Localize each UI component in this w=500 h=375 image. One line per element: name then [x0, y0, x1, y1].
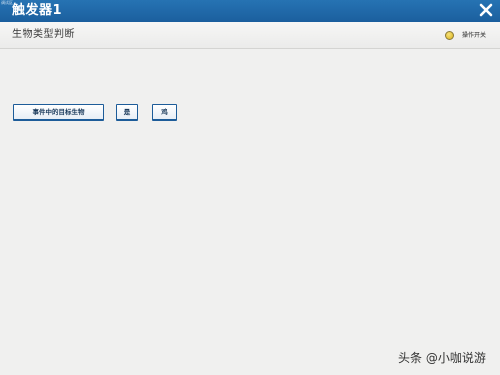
title-bar: 调试区 触发器1	[0, 0, 500, 22]
window-title: 触发器1	[12, 3, 63, 18]
section-header: 生物类型判断 操作开关	[0, 22, 500, 49]
watermark: 头条 @小咖说游	[398, 351, 486, 365]
event-target-creature-block[interactable]: 事件中的目标生物	[13, 104, 104, 121]
is-block[interactable]: 是	[116, 104, 138, 121]
switch-indicator-icon	[445, 31, 454, 40]
chicken-block[interactable]: 鸡	[152, 104, 177, 121]
section-title: 生物类型判断	[12, 29, 75, 40]
trigger-window: 调试区 触发器1 生物类型判断 操作开关 事件中的目标生物 是 鸡 头条 @小咖…	[0, 0, 500, 375]
operation-switch-label: 操作开关	[462, 32, 487, 39]
close-icon[interactable]	[478, 2, 494, 18]
